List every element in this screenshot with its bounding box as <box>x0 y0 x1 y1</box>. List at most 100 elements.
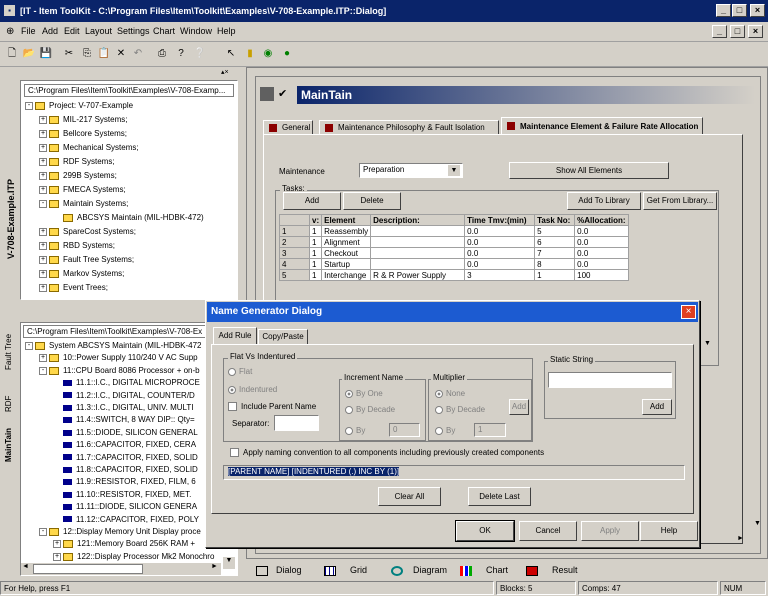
connect-icon[interactable]: ◉ <box>261 47 275 61</box>
tree-node[interactable]: +122::Display Processor Mk2 Monochro <box>53 551 214 563</box>
grid-scroll-down-icon[interactable]: ▼ <box>704 340 711 347</box>
tree-node[interactable]: + Event Trees; <box>39 282 108 294</box>
scroll-down-icon[interactable]: ▼ <box>223 557 235 569</box>
node-icon[interactable]: ● <box>280 47 294 61</box>
open-icon[interactable]: 📂 <box>22 47 36 61</box>
grid-cell[interactable]: 1 <box>308 247 323 259</box>
scroll-right-icon[interactable]: ► <box>211 563 218 570</box>
mdi-minimize-button[interactable]: _ <box>712 25 727 38</box>
tree-node[interactable]: 11.8::CAPACITOR, FIXED, SOLID <box>53 464 198 476</box>
grid-cell[interactable]: 6 <box>534 236 576 248</box>
grid-cell[interactable] <box>370 247 466 259</box>
indentured-radio[interactable]: Indentured <box>228 385 277 394</box>
close-button[interactable]: × <box>750 4 765 17</box>
mult-by-decade-radio[interactable]: By Decade <box>435 405 485 414</box>
include-parent-checkbox[interactable]: Include Parent Name <box>228 402 316 412</box>
grid-cell[interactable] <box>370 236 466 248</box>
chevron-down-icon[interactable]: ▼ <box>448 165 460 176</box>
grid-column-header[interactable]: Element <box>321 214 372 226</box>
expand-icon[interactable]: + <box>39 255 47 264</box>
grid-column-header[interactable]: v: <box>308 214 323 226</box>
tree-node[interactable]: +121::Memory Board 256K RAM + <box>53 538 195 550</box>
tab-chart[interactable]: Chart <box>460 561 508 579</box>
grid-cell[interactable]: 0.0 <box>464 236 536 248</box>
expand-icon[interactable]: + <box>39 157 47 166</box>
tree-node[interactable]: 11.3::I.C., DIGITAL, UNIV. MULTI <box>53 402 194 414</box>
menu-add[interactable]: Add <box>42 26 58 36</box>
rule-field[interactable]: [PARENT NAME] [INDENTURED (.) INC BY (1)… <box>223 465 685 480</box>
none-radio[interactable]: None <box>435 389 465 398</box>
separator-input[interactable] <box>274 415 319 431</box>
panel-minimize-button[interactable]: ▴× <box>221 68 229 76</box>
tree-node[interactable]: + MIL-217 Systems; <box>39 114 127 126</box>
menu-edit[interactable]: Edit <box>64 26 80 36</box>
main-scroll-down-icon[interactable]: ▼ <box>754 520 761 527</box>
tab-grid[interactable]: Grid <box>324 561 367 579</box>
grid-cell[interactable]: 5 <box>279 269 310 281</box>
grid-cell[interactable]: 100 <box>574 269 630 281</box>
grid-column-header[interactable]: %Allocation: <box>574 214 630 226</box>
expand-icon[interactable]: + <box>39 185 47 194</box>
grid-cell[interactable]: 0.0 <box>464 247 536 259</box>
tree-node[interactable]: 11.7::CAPACITOR, FIXED, SOLID <box>53 452 198 464</box>
scroll-left-icon[interactable]: ◄ <box>22 563 29 570</box>
static-add-button[interactable]: Add <box>642 399 672 415</box>
tab-dialog[interactable]: Dialog <box>256 561 302 579</box>
expand-icon[interactable]: + <box>53 540 61 549</box>
menu-settings[interactable]: Settings <box>117 26 150 36</box>
by-decade-radio[interactable]: By Decade <box>345 405 395 414</box>
maintenance-select[interactable]: Preparation ▼ <box>359 163 463 178</box>
tree-node[interactable]: 11.4::SWITCH, 8 WAY DIP:: Qty= <box>53 414 195 426</box>
menu-chart[interactable]: Chart <box>153 26 175 36</box>
grid-cell[interactable]: 2 <box>279 236 310 248</box>
grid-cell[interactable]: Checkout <box>321 247 372 259</box>
grid-cell[interactable]: 1 <box>308 269 323 281</box>
grid-cell[interactable]: 5 <box>534 225 576 237</box>
mdi-close-button[interactable]: × <box>748 25 763 38</box>
grid-cell[interactable]: 0.0 <box>574 258 630 270</box>
grid-cell[interactable]: 0.0 <box>574 225 630 237</box>
tree-node[interactable]: + Bellcore Systems; <box>39 128 127 140</box>
tab-fault-tree[interactable]: Fault Tree <box>4 334 13 370</box>
project-vertical-tab[interactable]: V-708-Example.ITP <box>6 179 16 259</box>
grid-cell[interactable]: Alignment <box>321 236 372 248</box>
tab-general[interactable]: General <box>263 120 313 134</box>
grid-cell[interactable]: 0.0 <box>574 236 630 248</box>
grid-cell[interactable]: 7 <box>534 247 576 259</box>
clear-all-button[interactable]: Clear All <box>378 487 441 506</box>
print-icon[interactable]: ⎙ <box>155 47 169 61</box>
tree-node[interactable]: 11.9::RESISTOR, FIXED, FILM, 6 <box>53 476 196 488</box>
dialog-close-icon[interactable]: × <box>681 305 696 319</box>
increment-value-input[interactable]: 0 <box>389 423 420 437</box>
block-icon[interactable]: ▮ <box>243 47 257 61</box>
tab-result[interactable]: Result <box>526 561 578 579</box>
tree-node[interactable]: 11.5::DIODE, SILICON GENERAL <box>53 427 198 439</box>
flat-radio[interactable]: Flat <box>228 367 252 376</box>
grid-cell[interactable]: 3 <box>279 247 310 259</box>
menu-layout[interactable]: Layout <box>85 26 112 36</box>
static-string-input[interactable] <box>548 372 672 388</box>
mdi-restore-button[interactable]: □ <box>730 25 745 38</box>
tree-node[interactable]: ABCSYS Maintain (MIL-HDBK-472) <box>53 212 204 224</box>
expand-icon[interactable]: + <box>39 171 47 180</box>
expand-icon[interactable]: + <box>39 354 47 363</box>
grid-column-header[interactable]: Time Tmv:(min) <box>464 214 536 226</box>
tab-diagram[interactable]: Diagram <box>391 561 447 579</box>
grid-cell[interactable] <box>370 225 466 237</box>
grid-cell[interactable]: 1 <box>308 236 323 248</box>
get-from-library-button[interactable]: Get From Library... <box>643 192 717 210</box>
delete-icon[interactable]: ✕ <box>114 47 128 61</box>
grid-cell[interactable]: Reassembly <box>321 225 372 237</box>
collapse-icon[interactable]: - <box>25 101 33 110</box>
tree-node[interactable]: + RBD Systems; <box>39 240 115 252</box>
apply-naming-checkbox[interactable]: Apply naming convention to all component… <box>230 448 544 458</box>
collapse-icon[interactable]: - <box>25 341 33 350</box>
doc-icon[interactable]: ⊕ <box>6 26 14 37</box>
grid-cell[interactable]: 4 <box>279 258 310 270</box>
add-to-library-button[interactable]: Add To Library <box>567 192 641 210</box>
delete-task-button[interactable]: Delete <box>343 192 401 210</box>
app-icon[interactable]: ▪ <box>4 5 15 16</box>
table-row[interactable]: 5 1 Interchange R & R Power Supply 3 1 100 <box>279 269 630 281</box>
tree-node[interactable]: 11.10::RESISTOR, FIXED, MET. <box>53 489 191 501</box>
tab-rdf[interactable]: RDF <box>4 396 13 412</box>
